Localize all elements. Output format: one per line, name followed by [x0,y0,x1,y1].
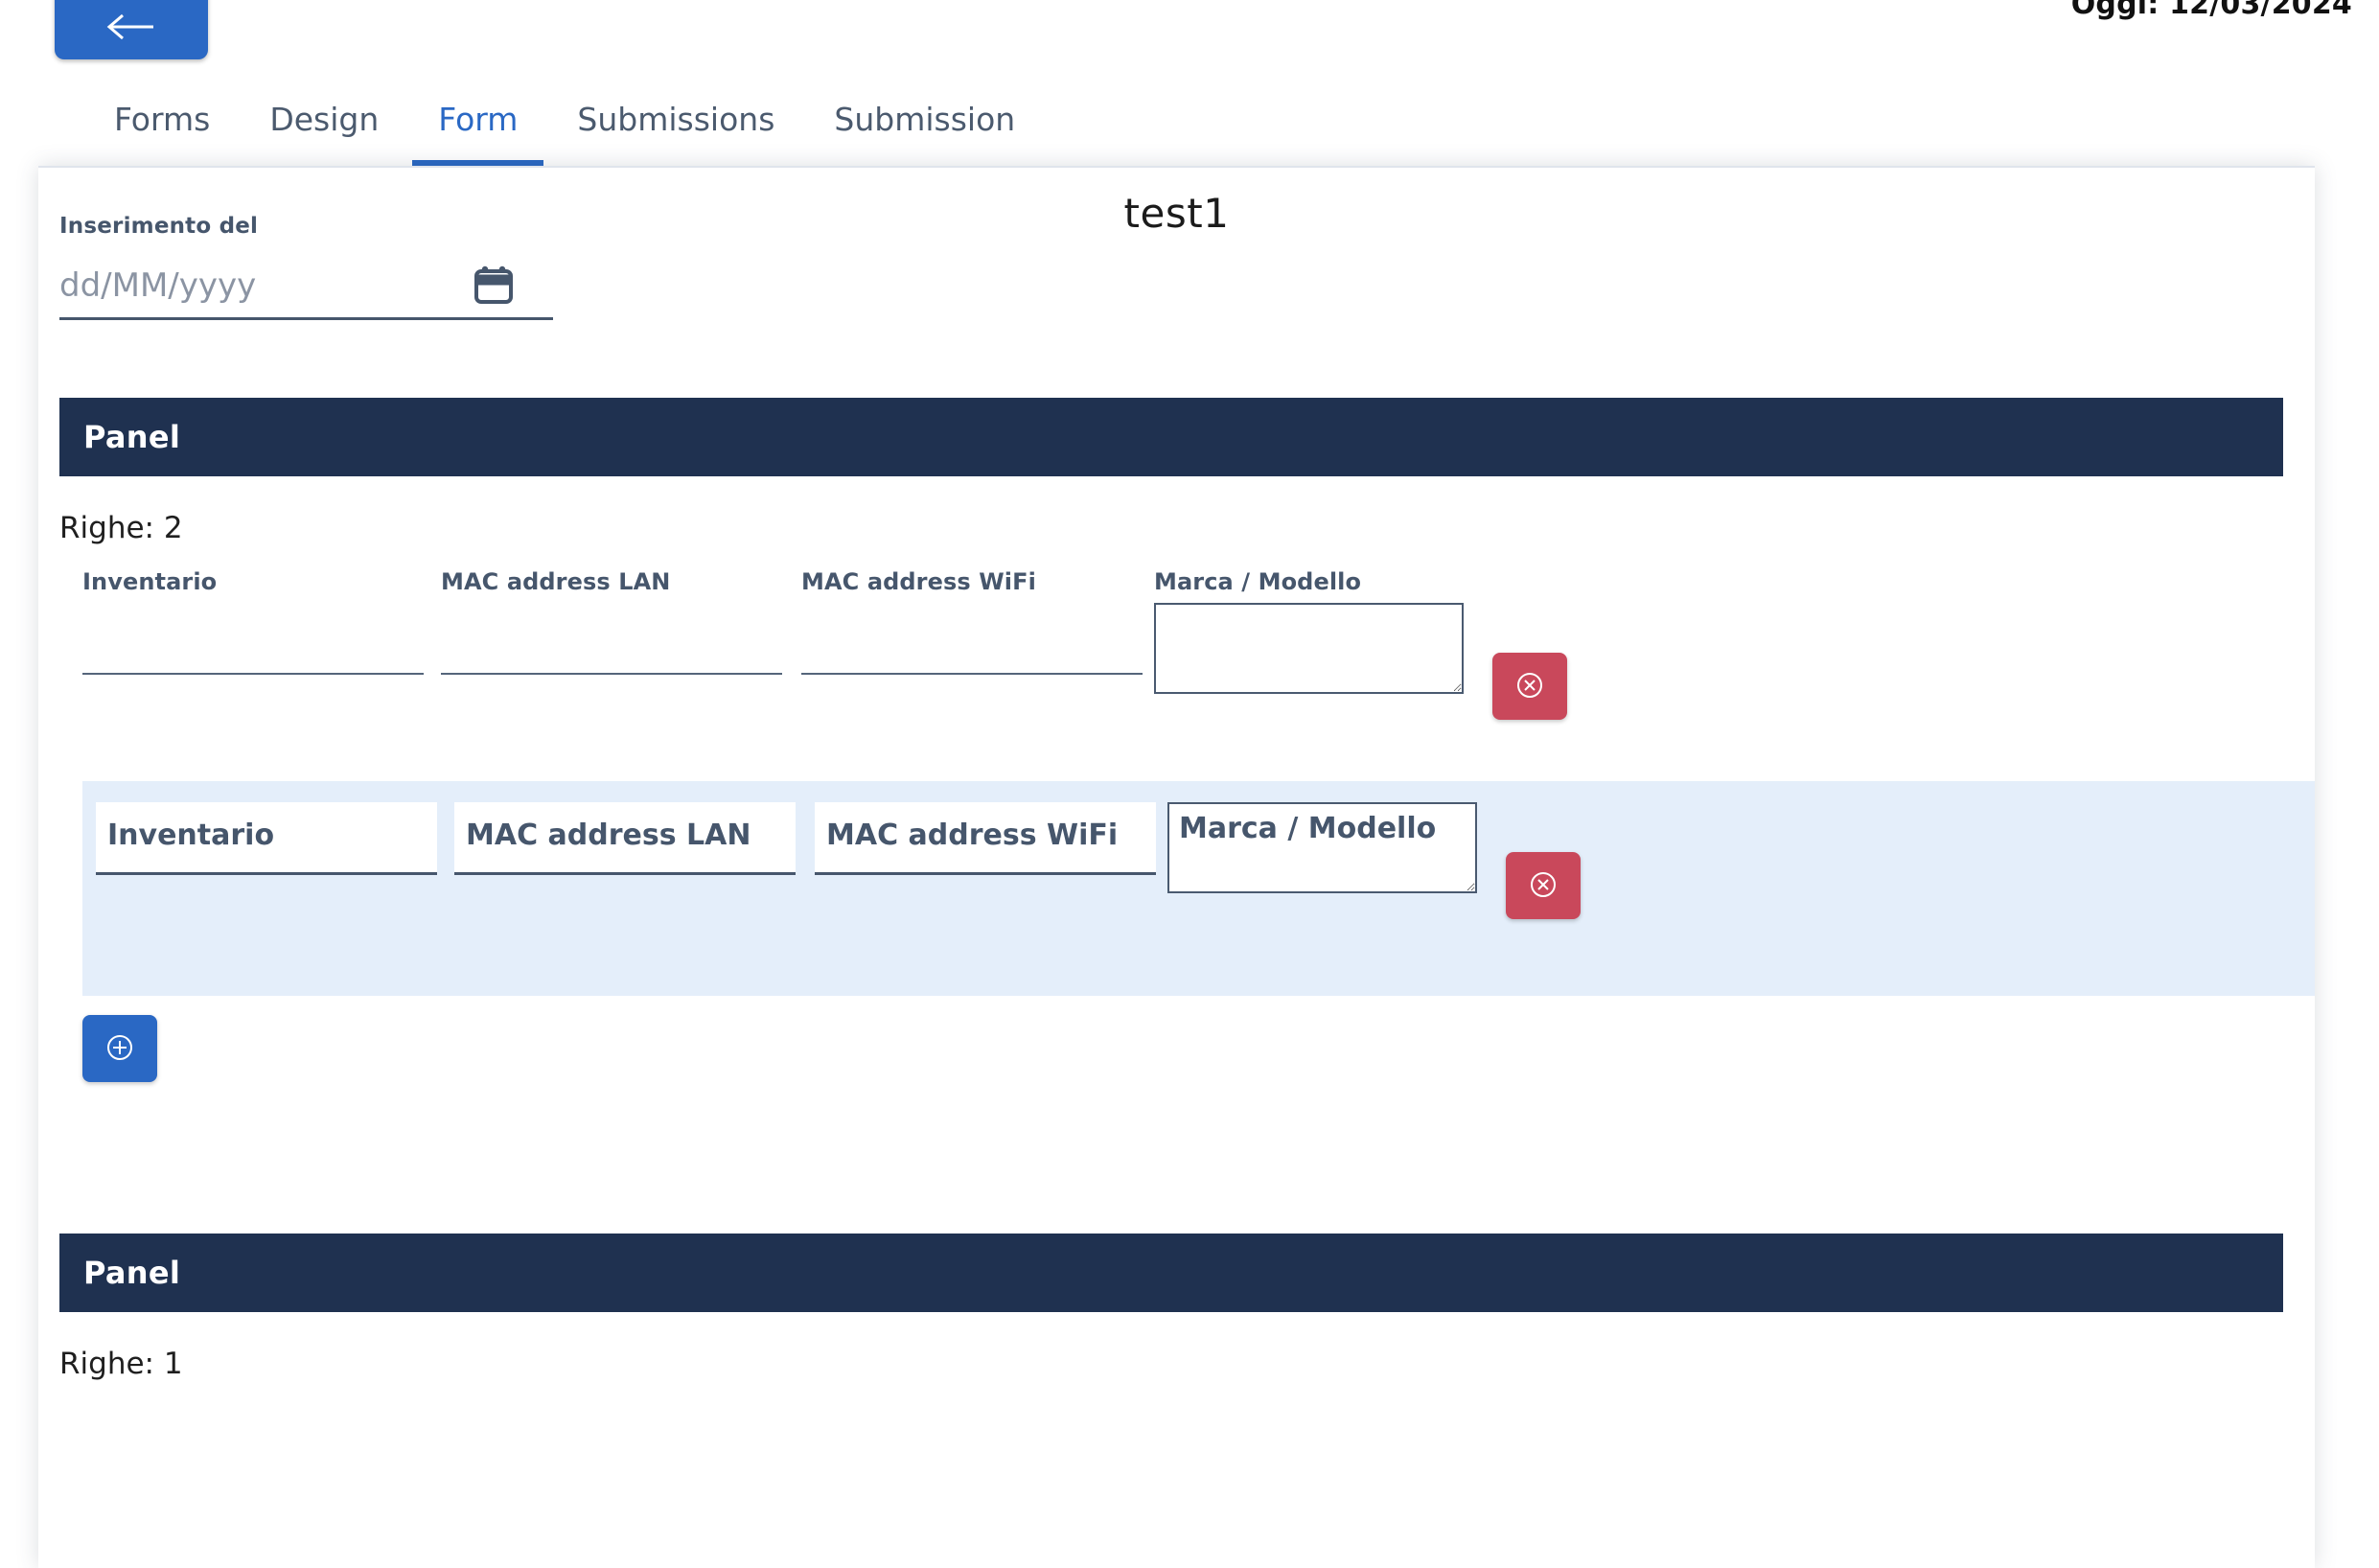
panel-gap [38,1161,2315,1234]
panel-2-title: Panel [83,1255,181,1291]
tab-bar: Forms Design Form Submissions Submission [0,73,2379,166]
delete-row-button[interactable] [1506,852,1581,919]
cell-marca-modello: Marca / Modello [1154,568,1464,694]
panel-2-body: Righe: 1 [59,1312,2283,1381]
label-marca-modello: Marca / Modello [1154,568,1362,595]
cell-marca-modello [1167,802,1477,893]
label-mac-lan: MAC address LAN [441,568,671,595]
tab-design[interactable]: Design [240,73,408,166]
textarea-marca-modello[interactable] [1154,603,1464,694]
tab-forms[interactable]: Forms [84,73,240,166]
label-inventario: Inventario [82,568,218,595]
input-mac-wifi[interactable] [801,640,1143,675]
tab-submissions[interactable]: Submissions [547,73,804,166]
cell-mac-lan: MAC address LAN [441,568,782,675]
today-date-label: Oggi: 12/03/2024 [2070,0,2352,21]
panel-2-header: Panel [59,1234,2283,1312]
date-field-label: Inserimento del [59,214,259,239]
tab-form[interactable]: Form [408,73,547,166]
cell-mac-wifi [815,802,1156,875]
table-row: Inventario MAC address LAN MAC address W… [59,559,2283,781]
panel-1-header: Panel [59,398,2283,476]
input-mac-lan[interactable] [441,640,782,675]
add-row-button[interactable] [82,1015,157,1082]
delete-row-button[interactable] [1492,653,1567,720]
circle-x-icon [1527,868,1559,904]
date-field-group: Inserimento del [59,214,553,320]
panel-2: Panel Righe: 1 [59,1234,2283,1381]
input-inventario[interactable] [82,640,424,675]
label-mac-wifi: MAC address WiFi [801,568,1036,595]
arrow-left-icon [104,8,159,46]
table-row [82,781,2315,996]
form-header: test1 Inserimento del [38,168,2315,398]
circle-plus-icon [104,1031,136,1067]
tab-submission[interactable]: Submission [804,73,1045,166]
top-bar: Oggi: 12/03/2024 [0,0,2379,73]
input-inventario[interactable] [96,802,437,875]
form-card: test1 Inserimento del Panel Righ [38,166,2315,1568]
panel-1: Panel Righe: 2 Inventario MAC address LA… [59,398,2315,1161]
panel-1-spacer [59,1082,2283,1161]
back-button[interactable] [55,0,208,59]
panel-1-body: Righe: 2 Inventario MAC address LAN MAC … [59,476,2315,1161]
cell-inventario [96,802,437,875]
panel-2-rows-count: Righe: 1 [59,1347,183,1381]
cell-inventario: Inventario [82,568,424,675]
cell-mac-lan [454,802,796,875]
input-mac-lan[interactable] [454,802,796,875]
date-input[interactable] [59,265,443,314]
calendar-icon[interactable] [472,263,516,307]
input-mac-wifi[interactable] [815,802,1156,875]
cell-mac-wifi: MAC address WiFi [801,568,1143,675]
textarea-marca-modello[interactable] [1167,802,1477,893]
panel-1-rows-count: Righe: 2 [59,511,183,545]
panel-1-title: Panel [83,419,181,455]
circle-x-icon [1513,669,1546,704]
